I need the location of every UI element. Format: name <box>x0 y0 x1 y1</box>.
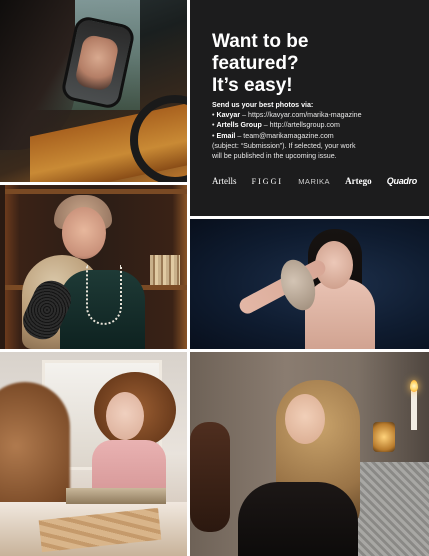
publish-note: will be published in the upcoming issue. <box>212 152 337 161</box>
pink-top <box>92 440 166 490</box>
face <box>106 392 144 440</box>
black-dress <box>238 482 358 556</box>
contact-name: Artells Group <box>216 121 262 130</box>
subject-note: (subject: “Submission”). If selected, yo… <box>212 141 356 150</box>
mirror-frame <box>66 488 166 504</box>
submission-instructions: Send us your best photos via: • Kavyar –… <box>212 100 422 161</box>
candle <box>411 390 417 430</box>
contact-email: • Email – team@marikamagazine.com <box>212 131 334 140</box>
woman-with-hand-mirror-photo <box>190 219 429 349</box>
contact-kavyar: • Kavyar – https://kavyar.com/marika-mag… <box>212 111 362 120</box>
contact-artells: • Artells Group – http://artellsgroup.co… <box>212 121 340 130</box>
contact-name: Email <box>216 131 236 140</box>
quadro-logo: Quadro <box>386 176 418 186</box>
submission-info-panel: Want to be featured? It’s easy! Send us … <box>190 0 429 216</box>
marika-logo: MARIKA <box>298 176 330 186</box>
headline-line: featured? <box>212 53 299 74</box>
face <box>62 207 106 259</box>
contact-name: Kavyar <box>216 111 241 120</box>
contact-detail: – http://artellsgroup.com <box>261 121 340 130</box>
books <box>150 255 180 285</box>
blonde-woman-candles-photo <box>190 352 429 556</box>
intro-text: Send us your best photos via: <box>212 101 314 109</box>
lace-table <box>350 462 429 556</box>
mirror-reflection <box>73 33 120 92</box>
headline-line: It’s easy! <box>212 75 293 96</box>
contact-detail: – https://kavyar.com/marika-magazine <box>240 111 362 120</box>
lantern <box>373 422 395 452</box>
elderly-woman-bookshelf-photo <box>0 185 187 349</box>
face <box>285 394 325 444</box>
woman-in-car-mirror-photo <box>0 0 187 182</box>
chair <box>190 422 230 532</box>
partner-logos: Artells FIGGI MARIKA Artego Quadro <box>212 174 417 188</box>
figgi-logo: FIGGI <box>251 176 284 186</box>
curly-haired-girl-mirror-photo <box>0 352 187 556</box>
shelf-board <box>5 189 187 194</box>
artells-logo: Artells <box>212 176 237 186</box>
headline: Want to be featured? It’s easy! <box>212 31 412 97</box>
torso <box>305 279 375 349</box>
contact-detail: – team@marikamagazine.com <box>235 131 334 140</box>
candle-flame <box>410 380 418 392</box>
pearl-necklace <box>86 265 122 325</box>
artego-logo: Artego <box>345 176 372 186</box>
headline-line: Want to be <box>212 31 309 52</box>
